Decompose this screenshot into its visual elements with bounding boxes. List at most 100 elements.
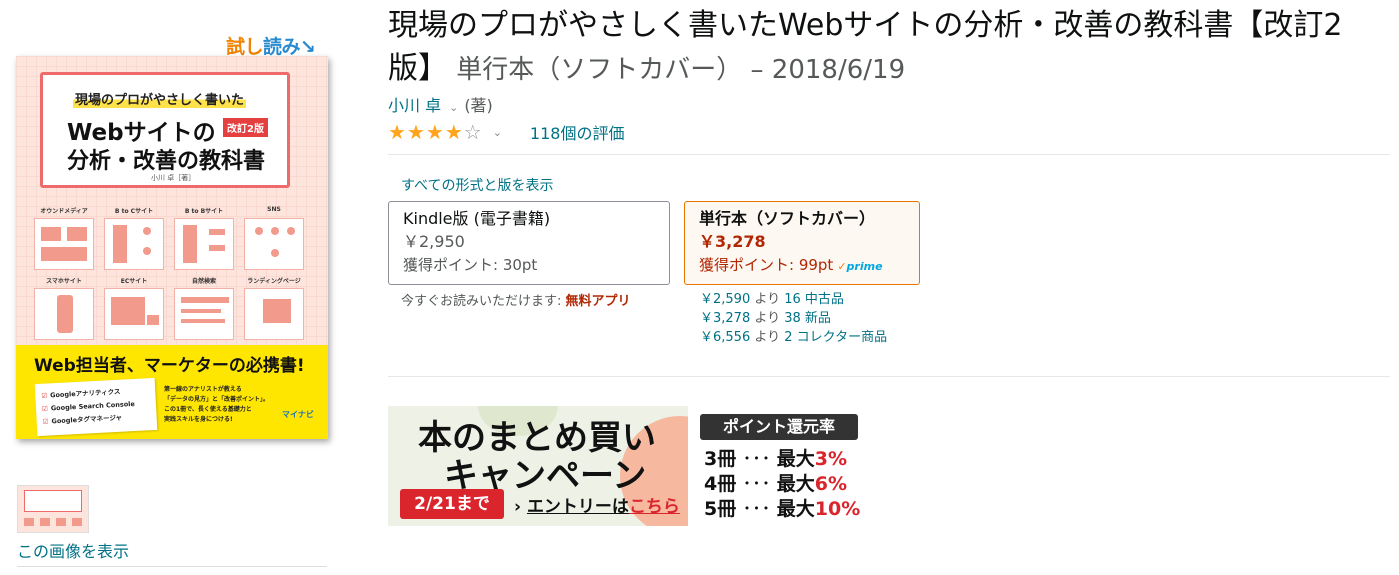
- divider: [388, 376, 1390, 377]
- prime-badge: ✓prime: [837, 260, 882, 273]
- thumbnail-tile: [72, 518, 82, 526]
- entry-text: エントリーは: [526, 497, 629, 517]
- offer-used-link[interactable]: ￥2,590 より 16 中古品: [700, 290, 887, 309]
- checklist-item: Google Search Console: [50, 399, 136, 413]
- author-link[interactable]: 小川 卓: [388, 96, 441, 115]
- tile-icon-search: [174, 288, 234, 340]
- thumbnail-tile: [56, 518, 66, 526]
- view-image-link[interactable]: この画像を表示: [17, 538, 129, 562]
- offer-from: より: [754, 311, 781, 326]
- kindle-note-text: 今すぐお読みいただけます:: [401, 294, 566, 309]
- kindle-note: 今すぐお読みいただけます: 無料アプリ: [401, 290, 631, 309]
- offer-count: 2 コレクター商品: [784, 330, 888, 345]
- rate-books: 3冊: [704, 448, 737, 470]
- look-inside-label-a[interactable]: 試し: [226, 36, 264, 58]
- format-name: Kindle版 (電子書籍): [403, 209, 551, 228]
- book-cover-image[interactable]: 現場のプロがやさしく書いた Webサイトの 改訂2版 分析・改善の教科書 小川 …: [16, 56, 328, 439]
- free-app-link[interactable]: 無料アプリ: [566, 294, 631, 309]
- look-inside-link[interactable]: 試し読み↘: [226, 32, 316, 59]
- rate-books: 4冊: [704, 473, 737, 495]
- check-icon: ☑: [41, 391, 48, 400]
- product-title: 現場のプロがやさしく書いたWebサイトの分析・改善の教科書【改訂2版】 単行本（…: [388, 4, 1378, 92]
- format-points-row: 獲得ポイント: 99pt ✓prime: [699, 254, 905, 278]
- format-points: 獲得ポイント: 30pt: [403, 256, 538, 274]
- cover-desc-line: 第一線のアナリストが教える: [164, 386, 242, 393]
- check-icon: ☑: [42, 417, 49, 426]
- cover-edition-badge: 改訂2版: [223, 118, 268, 137]
- cover-desc-line: 「データの見方」と「改善ポイント」。: [164, 396, 270, 403]
- offer-new-link[interactable]: ￥3,278 より 38 新品: [700, 309, 887, 328]
- tile-label: ECサイト: [120, 278, 148, 285]
- rate-books: 5冊: [704, 498, 737, 520]
- format-kindle-button[interactable]: Kindle版 (電子書籍) ￥2,950 獲得ポイント: 30pt: [388, 201, 670, 285]
- rate-max: 最大: [776, 498, 815, 520]
- offer-count: 16 中古品: [784, 292, 844, 307]
- byline: 小川 卓 ⌄ (著): [388, 92, 493, 116]
- cover-title-box: 現場のプロがやさしく書いた Webサイトの 改訂2版 分析・改善の教科書 小川 …: [40, 72, 290, 188]
- tile-icon-ec: [104, 288, 164, 340]
- rate-dots: ･･･: [742, 448, 771, 470]
- format-price: ￥3,278: [699, 232, 766, 251]
- thumbnail-title-box: [24, 490, 82, 512]
- divider: [388, 154, 1390, 155]
- tile-label: オウンドメディア: [40, 208, 88, 215]
- tile-icon-smartphone: [34, 288, 94, 340]
- author-role: (著): [464, 96, 493, 115]
- campaign-entry-link[interactable]: › エントリーはこちら: [514, 492, 680, 517]
- other-offers: ￥2,590 より 16 中古品 ￥3,278 より 38 新品 ￥6,556 …: [700, 290, 887, 347]
- offer-collector-link[interactable]: ￥6,556 より 2 コレクター商品: [700, 328, 887, 347]
- prime-check-icon: ✓: [837, 260, 847, 273]
- bulk-buy-campaign-banner[interactable]: 本のまとめ買い キャンペーン 2/21まで › エントリーはこちら ポイント還元…: [388, 406, 868, 526]
- cover-desc-line: 実践スキルを身につける!: [164, 416, 233, 423]
- publisher-logo: マイナビ: [282, 410, 314, 419]
- cover-desc-line: この1冊で、長く使える基礎力と: [164, 406, 252, 413]
- cover-line2: Webサイトの: [67, 120, 216, 146]
- format-paperback-button[interactable]: 単行本（ソフトカバー） ￥3,278 獲得ポイント: 99pt ✓prime: [684, 201, 920, 285]
- chevron-down-icon[interactable]: ⌄: [493, 126, 502, 139]
- star-icon: ★: [444, 120, 464, 144]
- rate-max: 最大: [776, 473, 815, 495]
- cover-line1: 現場のプロがやさしく書いた: [73, 89, 247, 108]
- rate-row: 5冊 ･･･ 最大10%: [704, 494, 860, 521]
- check-icon: ☑: [41, 404, 49, 413]
- image-block: 試し読み↘ 現場のプロがやさしく書いた Webサイトの 改訂2版 分析・改善の教…: [0, 0, 340, 575]
- look-inside-label-b[interactable]: 読み↘: [263, 36, 316, 58]
- cover-description: 第一線のアナリストが教える 「データの見方」と「改善ポイント」。 この1冊で、長…: [164, 385, 269, 425]
- tile-icon-b2b: [174, 218, 234, 270]
- divider: [17, 566, 327, 567]
- all-formats-link[interactable]: すべての形式と版を表示: [401, 175, 553, 195]
- product-subtitle: 単行本（ソフトカバー） – 2018/6/19: [448, 55, 906, 85]
- offer-price: ￥6,556: [700, 330, 751, 345]
- thumbnail-tile: [40, 518, 50, 526]
- star-icon: ★: [388, 120, 407, 144]
- cover-thumbnail[interactable]: [17, 485, 89, 533]
- cover-banner-title: Web担当者、マーケターの必携書!: [34, 356, 305, 376]
- star-icon: ★: [425, 120, 445, 144]
- tile-label: ランディングページ: [247, 278, 301, 285]
- chevron-down-icon[interactable]: ⌄: [449, 101, 458, 114]
- tile-label: B to Cサイト: [114, 208, 154, 215]
- rate-percent: 6%: [814, 473, 848, 495]
- tile-icon-landing-page: [244, 288, 304, 340]
- checklist-item: Googleタグマネージャ: [51, 413, 123, 426]
- chevron-right-icon: ›: [514, 497, 522, 517]
- entry-link-text: こちら: [628, 497, 680, 517]
- cover-line3: 分析・改善の教科書: [67, 149, 266, 174]
- review-count-link[interactable]: 118個の評価: [530, 124, 625, 143]
- star-icon: ★: [406, 120, 426, 144]
- format-points: 獲得ポイント: 99pt: [699, 256, 834, 274]
- point-rate-label: ポイント還元率: [700, 414, 858, 440]
- checklist-item: Googleアナリティクス: [49, 387, 121, 400]
- rate-percent: 3%: [814, 448, 848, 470]
- cover-yellow-banner: Web担当者、マーケターの必携書! ☑ Googleアナリティクス ☑ Google…: [16, 345, 328, 439]
- tile-icon-owned-media: [34, 218, 94, 270]
- rate-dots: ･･･: [742, 498, 771, 520]
- rate-row: 3冊 ･･･ 最大3%: [704, 444, 847, 471]
- rate-row: 4冊 ･･･ 最大6%: [704, 469, 847, 496]
- format-price: ￥2,950: [403, 232, 465, 251]
- prime-label: prime: [846, 260, 883, 273]
- star-rating[interactable]: ★★★★☆: [388, 120, 483, 144]
- offer-price: ￥2,590: [700, 292, 751, 307]
- tile-label: SNS: [267, 206, 281, 213]
- offer-from: より: [754, 292, 781, 307]
